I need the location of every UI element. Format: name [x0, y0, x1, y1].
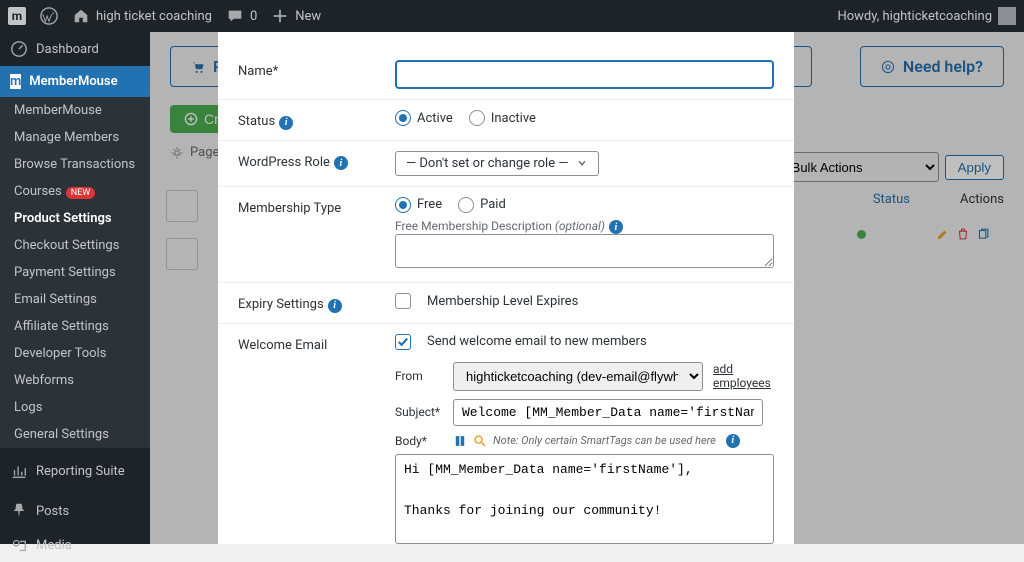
search-icon[interactable] — [473, 434, 487, 448]
welcome-label: Welcome Email — [238, 334, 383, 353]
sidebar-sub-general-settings[interactable]: General Settings — [0, 421, 150, 448]
wprole-select[interactable]: — Don't set or change role — — [395, 151, 599, 176]
mtype-label: Membership Type — [238, 197, 383, 216]
sidebar-reporting[interactable]: Reporting Suite — [0, 454, 150, 488]
free-desc-label: Free Membership Description (optional)i — [395, 219, 774, 235]
expiry-label: Expiry Settingsi — [238, 293, 383, 313]
name-label: Name* — [238, 60, 383, 79]
sidebar-sub-browse-transactions[interactable]: Browse Transactions — [0, 151, 150, 178]
chart-icon — [10, 462, 28, 480]
admin-bar: m high ticket coaching 0 New Howdy, high… — [0, 0, 1024, 32]
mtype-paid-radio[interactable]: Paid — [458, 197, 506, 213]
sidebar-membermouse[interactable]: m MemberMouse — [0, 66, 150, 97]
expiry-check-label: Membership Level Expires — [427, 294, 578, 309]
chevron-down-icon — [576, 157, 588, 169]
sidebar-sub-payment-settings[interactable]: Payment Settings — [0, 259, 150, 286]
sidebar-sub-logs[interactable]: Logs — [0, 394, 150, 421]
new-link[interactable]: New — [271, 7, 321, 25]
howdy-link[interactable]: Howdy, highticketcoaching — [837, 7, 1016, 25]
book-icon[interactable] — [453, 434, 467, 448]
sidebar-sub-email-settings[interactable]: Email Settings — [0, 286, 150, 313]
from-label: From — [395, 369, 445, 383]
sidebar-sub-checkout-settings[interactable]: Checkout Settings — [0, 232, 150, 259]
pin-icon — [10, 502, 28, 520]
mm-logo[interactable]: m — [8, 7, 26, 25]
sidebar-media[interactable]: Media — [0, 528, 150, 562]
welcome-checkbox[interactable] — [395, 334, 411, 350]
expiry-checkbox[interactable] — [395, 293, 411, 309]
sidebar-sub-product-settings[interactable]: Product Settings — [0, 205, 150, 232]
status-inactive-radio[interactable]: Inactive — [469, 110, 536, 126]
wprole-label: WordPress Rolei — [238, 151, 383, 171]
dashboard-icon — [10, 40, 28, 58]
name-input[interactable] — [395, 60, 774, 89]
plus-icon — [271, 7, 289, 25]
welcome-check-label: Send welcome email to new members — [427, 334, 647, 349]
info-icon[interactable]: i — [328, 299, 342, 313]
home-icon — [72, 7, 90, 25]
sidebar-sub-webforms[interactable]: Webforms — [0, 367, 150, 394]
site-link[interactable]: high ticket coaching — [72, 7, 212, 25]
sidebar-sub-courses[interactable]: CoursesNEW — [0, 178, 150, 205]
sidebar-sub-membermouse[interactable]: MemberMouse — [0, 97, 150, 124]
status-label: Statusi — [238, 110, 383, 130]
sidebar-sub-manage-members[interactable]: Manage Members — [0, 124, 150, 151]
sidebar-sub-affiliate-settings[interactable]: Affiliate Settings — [0, 313, 150, 340]
from-select[interactable]: highticketcoaching (dev-email@flywheel.l… — [453, 362, 703, 391]
info-icon[interactable]: i — [609, 220, 623, 234]
avatar — [998, 7, 1016, 25]
info-icon[interactable]: i — [726, 434, 740, 448]
sidebar-posts[interactable]: Posts — [0, 494, 150, 528]
media-icon — [10, 536, 28, 554]
comments-link[interactable]: 0 — [226, 7, 257, 25]
subject-label: Subject* — [395, 405, 445, 419]
add-employees-link[interactable]: add employees — [713, 362, 774, 390]
new-badge: NEW — [66, 187, 96, 199]
info-icon[interactable]: i — [279, 116, 293, 130]
free-desc-textarea[interactable] — [395, 234, 774, 268]
admin-sidebar: Dashboard m MemberMouse MemberMouse Mana… — [0, 32, 150, 544]
sidebar-dashboard[interactable]: Dashboard — [0, 32, 150, 66]
info-icon[interactable]: i — [334, 156, 348, 170]
sidebar-sub-developer-tools[interactable]: Developer Tools — [0, 340, 150, 367]
wp-logo[interactable] — [40, 7, 58, 25]
comment-icon — [226, 7, 244, 25]
membership-level-modal: Name* Statusi Active Inactive WordPress … — [218, 32, 794, 544]
subject-input[interactable] — [453, 399, 763, 426]
status-active-radio[interactable]: Active — [395, 110, 453, 126]
mtype-free-radio[interactable]: Free — [395, 197, 442, 213]
body-label: Body* — [395, 434, 445, 448]
body-textarea[interactable] — [395, 454, 774, 544]
